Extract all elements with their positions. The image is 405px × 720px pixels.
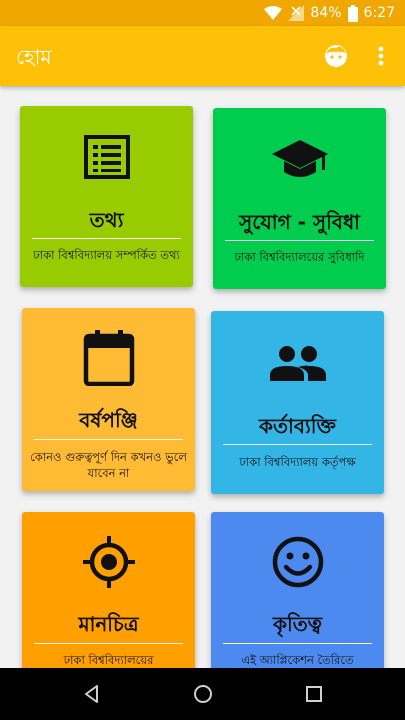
profile-button[interactable] — [322, 42, 350, 70]
graduation-cap-icon — [270, 138, 330, 186]
card-map[interactable]: মানচিত্র ঢাকা বিশ্ববিদ্যালয়ের — [22, 512, 195, 668]
battery-icon — [347, 4, 358, 22]
card-description: কোনও গুরুত্বপূর্ণ দিন কখনও ভুলে যাবেন না — [30, 450, 187, 480]
card-divider — [225, 240, 374, 241]
card-facilities[interactable]: সুযোগ - সুবিধা ঢাকা বিশ্ববিদ্যালয়ের সুব… — [213, 108, 386, 289]
card-title: তথ্য — [89, 208, 124, 232]
recents-button[interactable] — [302, 682, 326, 706]
recents-square-icon — [306, 686, 322, 702]
wifi-icon — [264, 6, 283, 20]
card-divider — [223, 643, 372, 644]
location-target-icon — [81, 534, 137, 594]
clock-time: 6:27 — [363, 5, 395, 21]
app-bar: হোম — [0, 26, 405, 86]
more-vert-icon — [378, 46, 384, 66]
card-description: ঢাকা বিশ্ববিদ্যালয় কর্তৃপক্ষ — [239, 455, 356, 469]
card-title: কৃতিত্ব — [273, 612, 322, 636]
page-title: হোম — [16, 45, 52, 69]
card-calendar[interactable]: বর্ষপঞ্জি কোনও গুরুত্বপূর্ণ দিন কখনও ভুল… — [22, 308, 195, 491]
people-icon — [268, 345, 328, 385]
system-nav-bar — [0, 668, 405, 720]
home-button[interactable] — [191, 682, 215, 706]
back-button[interactable] — [80, 682, 104, 706]
card-divider — [34, 439, 183, 440]
battery-level-text: 84% — [310, 5, 342, 21]
calendar-icon — [83, 330, 135, 390]
overflow-menu-button[interactable] — [372, 42, 390, 70]
card-divider — [34, 643, 183, 644]
home-circle-icon — [194, 685, 212, 703]
smiley-icon — [270, 534, 326, 594]
list-icon — [83, 134, 131, 184]
signal-icon — [288, 5, 305, 21]
card-divider — [223, 444, 372, 445]
card-title: বর্ষপঞ্জি — [79, 408, 138, 432]
card-info[interactable]: তথ্য ঢাকা বিশ্ববিদ্যালয় সম্পর্কিত তথ্য — [20, 106, 193, 287]
card-title: কর্তাব্যক্তি — [259, 414, 336, 438]
face-icon — [325, 45, 347, 67]
card-description: ঢাকা বিশ্ববিদ্যালয়ের — [63, 653, 154, 667]
back-triangle-icon — [85, 685, 98, 703]
card-credits[interactable]: কৃতিত্ব এই অ্যাপ্লিকেশন তৈরিতে — [211, 512, 384, 668]
card-description: ঢাকা বিশ্ববিদ্যালয়ের সুবিধাদি — [234, 250, 365, 264]
card-divider — [32, 238, 181, 239]
card-description: ঢাকা বিশ্ববিদ্যালয় সম্পর্কিত তথ্য — [33, 248, 180, 262]
dashboard-grid: তথ্য ঢাকা বিশ্ববিদ্যালয় সম্পর্কিত তথ্য … — [0, 86, 405, 668]
card-authorities[interactable]: কর্তাব্যক্তি ঢাকা বিশ্ববিদ্যালয় কর্তৃপক… — [211, 311, 384, 494]
card-description: এই অ্যাপ্লিকেশন তৈরিতে — [241, 653, 354, 667]
card-title: সুযোগ - সুবিধা — [239, 210, 360, 234]
card-title: মানচিত্র — [78, 612, 139, 636]
status-bar: 84% 6:27 — [0, 0, 405, 26]
status-icons: 84% 6:27 — [264, 3, 395, 23]
